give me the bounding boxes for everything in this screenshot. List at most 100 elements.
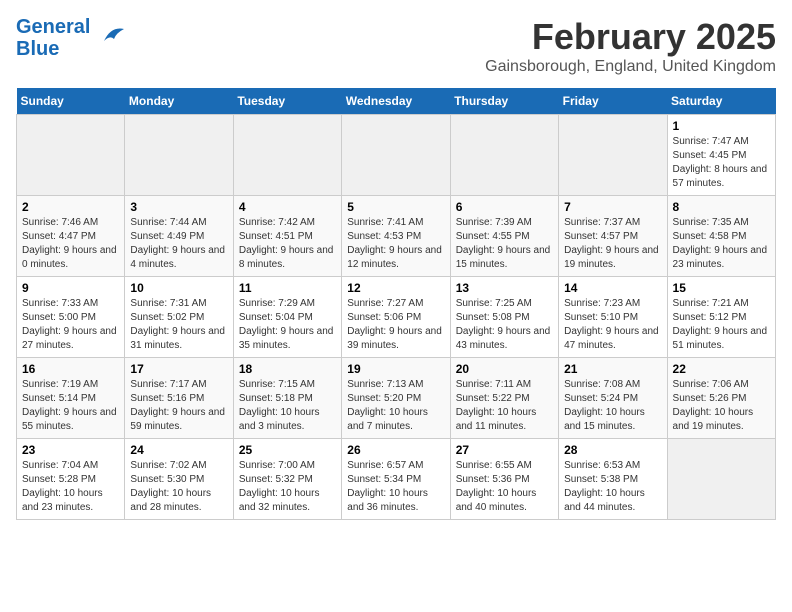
day-info: Sunrise: 7:08 AM Sunset: 5:24 PM Dayligh… — [564, 378, 661, 434]
day-cell: 22 Sunrise: 7:06 AM Sunset: 5:26 PM Dayli… — [667, 358, 775, 439]
day-cell: 11Sunrise: 7:29 AM Sunset: 5:04 PM Dayli… — [233, 277, 341, 358]
day-cell: 23 Sunrise: 7:04 AM Sunset: 5:28 PM Dayli… — [17, 439, 125, 520]
day-cell: 13 Sunrise: 7:25 AM Sunset: 5:08 PM Dayli… — [450, 277, 558, 358]
day-info: Sunrise: 7:37 AM Sunset: 4:57 PM Dayligh… — [564, 216, 661, 272]
day-info: Sunrise: 7:00 AM Sunset: 5:32 PM Dayligh… — [239, 459, 336, 515]
day-info: Sunrise: 7:47 AM Sunset: 4:45 PM Dayligh… — [673, 135, 770, 191]
day-number: 14 — [564, 281, 661, 295]
day-number: 4 — [239, 200, 336, 214]
header-day-wednesday: Wednesday — [342, 88, 450, 115]
day-info: Sunrise: 7:17 AM Sunset: 5:16 PM Dayligh… — [130, 378, 227, 434]
week-row-4: 16 Sunrise: 7:19 AM Sunset: 5:14 PM Dayli… — [17, 358, 776, 439]
day-number: 18 — [239, 362, 336, 376]
header-day-tuesday: Tuesday — [233, 88, 341, 115]
day-number: 21 — [564, 362, 661, 376]
day-cell — [17, 115, 125, 196]
day-cell: 2Sunrise: 7:46 AM Sunset: 4:47 PM Daylig… — [17, 196, 125, 277]
day-cell: 20 Sunrise: 7:11 AM Sunset: 5:22 PM Dayli… — [450, 358, 558, 439]
day-cell: 3 Sunrise: 7:44 AM Sunset: 4:49 PM Daylig… — [125, 196, 233, 277]
day-info: Sunrise: 7:13 AM Sunset: 5:20 PM Dayligh… — [347, 378, 444, 434]
day-number: 28 — [564, 443, 661, 457]
day-number: 16 — [22, 362, 119, 376]
logo-general: General — [16, 16, 90, 38]
day-number: 23 — [22, 443, 119, 457]
day-cell — [233, 115, 341, 196]
day-number: 1 — [673, 119, 770, 133]
day-info: Sunrise: 7:44 AM Sunset: 4:49 PM Dayligh… — [130, 216, 227, 272]
day-info: Sunrise: 6:57 AM Sunset: 5:34 PM Dayligh… — [347, 459, 444, 515]
day-number: 24 — [130, 443, 227, 457]
day-cell: 5Sunrise: 7:41 AM Sunset: 4:53 PM Daylig… — [342, 196, 450, 277]
day-info: Sunrise: 7:11 AM Sunset: 5:22 PM Dayligh… — [456, 378, 553, 434]
day-number: 27 — [456, 443, 553, 457]
logo-bird-icon — [96, 21, 126, 56]
calendar-table: SundayMondayTuesdayWednesdayThursdayFrid… — [16, 88, 776, 520]
day-cell: 4 Sunrise: 7:42 AM Sunset: 4:51 PM Daylig… — [233, 196, 341, 277]
page-header: General Blue February 2025 Gainsborough,… — [16, 16, 776, 76]
day-cell: 1 Sunrise: 7:47 AM Sunset: 4:45 PM Daylig… — [667, 115, 775, 196]
day-number: 15 — [673, 281, 770, 295]
day-info: Sunrise: 6:55 AM Sunset: 5:36 PM Dayligh… — [456, 459, 553, 515]
header-row: SundayMondayTuesdayWednesdayThursdayFrid… — [17, 88, 776, 115]
day-cell — [125, 115, 233, 196]
day-cell: 27 Sunrise: 6:55 AM Sunset: 5:36 PM Dayli… — [450, 439, 558, 520]
day-number: 3 — [130, 200, 227, 214]
day-cell: 24 Sunrise: 7:02 AM Sunset: 5:30 PM Dayli… — [125, 439, 233, 520]
day-cell: 8 Sunrise: 7:35 AM Sunset: 4:58 PM Daylig… — [667, 196, 775, 277]
day-info: Sunrise: 7:19 AM Sunset: 5:14 PM Dayligh… — [22, 378, 119, 434]
week-row-1: 1 Sunrise: 7:47 AM Sunset: 4:45 PM Daylig… — [17, 115, 776, 196]
day-cell: 18 Sunrise: 7:15 AM Sunset: 5:18 PM Dayli… — [233, 358, 341, 439]
day-info: Sunrise: 7:31 AM Sunset: 5:02 PM Dayligh… — [130, 297, 227, 353]
day-cell: 19Sunrise: 7:13 AM Sunset: 5:20 PM Dayli… — [342, 358, 450, 439]
day-info: Sunrise: 7:06 AM Sunset: 5:26 PM Dayligh… — [673, 378, 770, 434]
day-number: 20 — [456, 362, 553, 376]
day-info: Sunrise: 6:53 AM Sunset: 5:38 PM Dayligh… — [564, 459, 661, 515]
day-cell — [559, 115, 667, 196]
day-number: 8 — [673, 200, 770, 214]
day-cell: 12Sunrise: 7:27 AM Sunset: 5:06 PM Dayli… — [342, 277, 450, 358]
day-cell — [342, 115, 450, 196]
day-info: Sunrise: 7:35 AM Sunset: 4:58 PM Dayligh… — [673, 216, 770, 272]
day-number: 11 — [239, 281, 336, 295]
header-day-monday: Monday — [125, 88, 233, 115]
day-info: Sunrise: 7:33 AM Sunset: 5:00 PM Dayligh… — [22, 297, 119, 353]
logo-blue: Blue — [16, 38, 59, 60]
header-day-saturday: Saturday — [667, 88, 775, 115]
day-number: 5 — [347, 200, 444, 214]
day-cell — [450, 115, 558, 196]
logo-text: General Blue — [16, 16, 90, 60]
week-row-2: 2Sunrise: 7:46 AM Sunset: 4:47 PM Daylig… — [17, 196, 776, 277]
day-info: Sunrise: 7:25 AM Sunset: 5:08 PM Dayligh… — [456, 297, 553, 353]
day-number: 9 — [22, 281, 119, 295]
day-number: 13 — [456, 281, 553, 295]
day-number: 7 — [564, 200, 661, 214]
logo: General Blue — [16, 16, 126, 60]
header-day-thursday: Thursday — [450, 88, 558, 115]
day-cell: 15Sunrise: 7:21 AM Sunset: 5:12 PM Dayli… — [667, 277, 775, 358]
day-number: 26 — [347, 443, 444, 457]
day-cell: 9 Sunrise: 7:33 AM Sunset: 5:00 PM Daylig… — [17, 277, 125, 358]
day-cell: 17 Sunrise: 7:17 AM Sunset: 5:16 PM Dayli… — [125, 358, 233, 439]
location: Gainsborough, England, United Kingdom — [485, 58, 776, 76]
header-day-sunday: Sunday — [17, 88, 125, 115]
day-number: 17 — [130, 362, 227, 376]
day-info: Sunrise: 7:15 AM Sunset: 5:18 PM Dayligh… — [239, 378, 336, 434]
title-area: February 2025 Gainsborough, England, Uni… — [485, 16, 776, 76]
day-cell: 6Sunrise: 7:39 AM Sunset: 4:55 PM Daylig… — [450, 196, 558, 277]
day-info: Sunrise: 7:46 AM Sunset: 4:47 PM Dayligh… — [22, 216, 119, 272]
day-info: Sunrise: 7:27 AM Sunset: 5:06 PM Dayligh… — [347, 297, 444, 353]
day-cell: 25 Sunrise: 7:00 AM Sunset: 5:32 PM Dayli… — [233, 439, 341, 520]
day-number: 22 — [673, 362, 770, 376]
day-cell: 10 Sunrise: 7:31 AM Sunset: 5:02 PM Dayli… — [125, 277, 233, 358]
day-cell: 14Sunrise: 7:23 AM Sunset: 5:10 PM Dayli… — [559, 277, 667, 358]
week-row-5: 23 Sunrise: 7:04 AM Sunset: 5:28 PM Dayli… — [17, 439, 776, 520]
day-number: 6 — [456, 200, 553, 214]
day-info: Sunrise: 7:04 AM Sunset: 5:28 PM Dayligh… — [22, 459, 119, 515]
day-number: 10 — [130, 281, 227, 295]
month-title: February 2025 — [485, 16, 776, 58]
day-info: Sunrise: 7:02 AM Sunset: 5:30 PM Dayligh… — [130, 459, 227, 515]
day-info: Sunrise: 7:42 AM Sunset: 4:51 PM Dayligh… — [239, 216, 336, 272]
day-number: 25 — [239, 443, 336, 457]
day-cell: 7 Sunrise: 7:37 AM Sunset: 4:57 PM Daylig… — [559, 196, 667, 277]
calendar-body: 1 Sunrise: 7:47 AM Sunset: 4:45 PM Daylig… — [17, 115, 776, 520]
